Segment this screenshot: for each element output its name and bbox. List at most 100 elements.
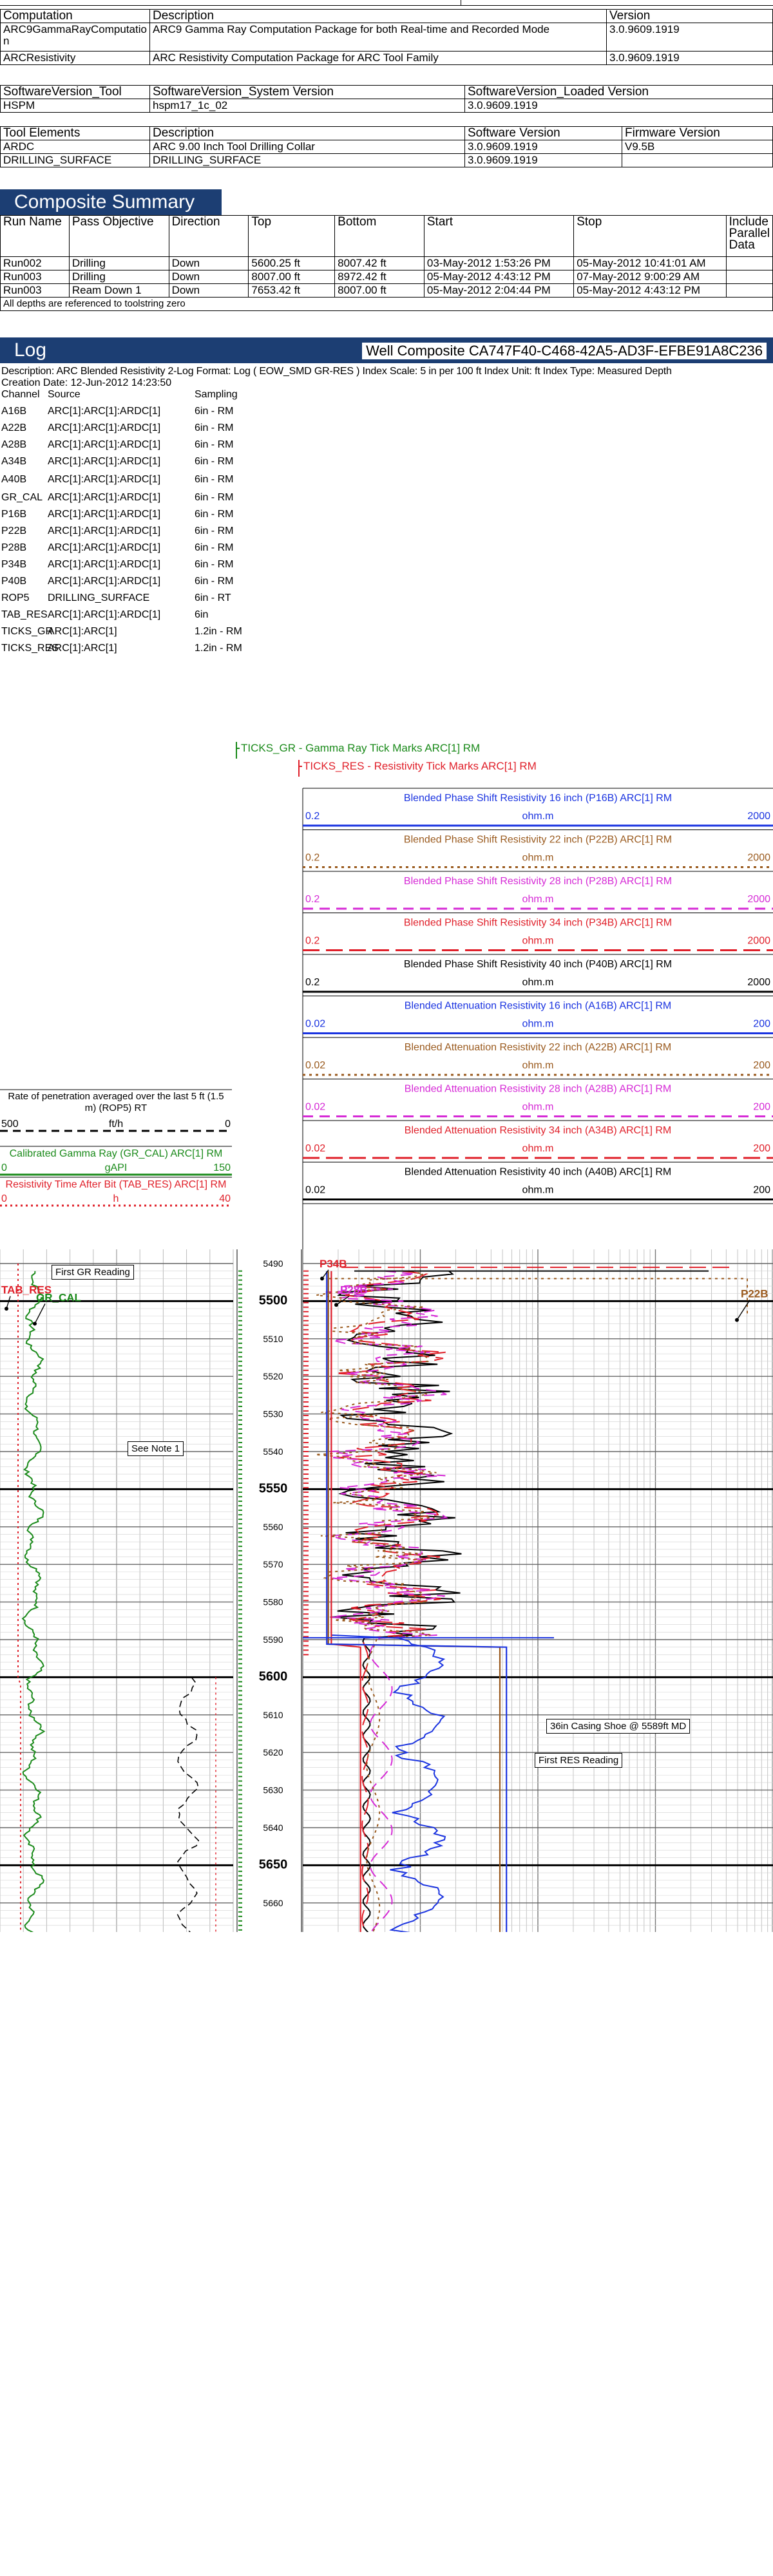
legend-scale-max: 200 bbox=[753, 1185, 770, 1196]
p22b-label: P22B bbox=[741, 1288, 768, 1300]
bottom-cell: 8972.42 ft bbox=[334, 270, 425, 284]
gr-cal-label: GR_CAL bbox=[36, 1291, 81, 1303]
sw-loaded-header: SoftwareVersion_Loaded Version bbox=[464, 85, 773, 99]
log-track-chart: 5490 5500 5510 5520 5530 5540 5550 5560 5570 5580… bbox=[0, 1249, 773, 1932]
sw-tool-header: SoftwareVersion_Tool bbox=[0, 85, 150, 99]
start-cell: 05-May-2012 4:43:12 PM bbox=[423, 270, 575, 284]
channel-name: P28B bbox=[1, 542, 27, 553]
legend-scale-max: 150 bbox=[213, 1162, 231, 1173]
label-arrow-head bbox=[735, 1318, 739, 1322]
legend-curve-title: Resistivity Time After Bit (TAB_RES) ARC… bbox=[6, 1179, 227, 1190]
channel-name: GR_CAL bbox=[1, 492, 43, 503]
legend-scale-min: 0.02 bbox=[305, 1143, 325, 1154]
channel-row: A16B ARC[1]:ARC[1]:ARDC[1] 6in - RM bbox=[1, 403, 272, 420]
channel-sampling: 6in - RM bbox=[195, 509, 234, 520]
label-arrow bbox=[34, 1303, 46, 1324]
channel-source: ARC[1]:ARC[1]:ARDC[1] bbox=[48, 559, 161, 570]
tool-cell: ARC 9.00 Inch Tool Drilling Collar bbox=[149, 140, 465, 154]
a34b-curve bbox=[330, 1271, 361, 1932]
start-cell: 05-May-2012 2:04:44 PM bbox=[423, 283, 575, 298]
channel-source: ARC[1]:ARC[1]:ARDC[1] bbox=[48, 456, 161, 467]
depth-label: 5640 bbox=[263, 1823, 283, 1833]
legend-scale-max: 200 bbox=[753, 1102, 770, 1113]
composite-summary-title: Composite Summary bbox=[0, 189, 222, 215]
legend-scale-unit: ohm.m bbox=[522, 811, 554, 822]
description-cell: ARC9 Gamma Ray Computation Package for b… bbox=[149, 23, 607, 52]
depth-label: 5540 bbox=[263, 1446, 283, 1457]
tool-cell: ARDC bbox=[0, 140, 150, 154]
gr-cal-curve bbox=[21, 1271, 46, 1932]
depth-label: 5570 bbox=[263, 1559, 283, 1569]
label-arrow bbox=[736, 1300, 750, 1320]
tool-cell: 3.0.9609.1919 bbox=[464, 140, 622, 154]
top-cell: 8007.00 ft bbox=[248, 270, 336, 284]
legend-scale-max: 2000 bbox=[747, 894, 770, 905]
table-row: Run003 Drilling Down 8007.00 ft 8972.42 … bbox=[0, 270, 773, 284]
channel-sampling: 6in - RM bbox=[195, 559, 234, 570]
depth-label: 5620 bbox=[263, 1747, 283, 1757]
channel-list: Channel Source Sampling A16B ARC[1]:ARC[1… bbox=[1, 389, 272, 657]
depth-label: 5520 bbox=[263, 1371, 283, 1381]
legend-scale-min: 0.2 bbox=[305, 853, 320, 864]
channel-source: ARC[1]:ARC[1]:ARDC[1] bbox=[48, 526, 161, 536]
depth-label: 5550 bbox=[259, 1481, 288, 1495]
direction-cell: Down bbox=[168, 270, 249, 284]
legend-curve-title: Blended Phase Shift Resistivity 40 inch … bbox=[404, 959, 672, 970]
legend-scale-min: 0.2 bbox=[305, 936, 320, 947]
depth-label: 5580 bbox=[263, 1597, 283, 1607]
tool-cell: 3.0.9609.1919 bbox=[464, 153, 622, 167]
computation-table: Computation Description Version ARC9Gamm… bbox=[0, 9, 773, 65]
channel-row: P16B ARC[1]:ARC[1]:ARDC[1] 6in - RM bbox=[1, 506, 272, 523]
legend-scale-unit: ohm.m bbox=[522, 1060, 554, 1071]
channel-name: A16B bbox=[1, 406, 27, 417]
direction-cell: Down bbox=[168, 283, 249, 298]
log-creation-date: Creation Date: 12-Jun-2012 14:23:50 bbox=[1, 377, 172, 388]
computation-cell: ARCResistivity bbox=[0, 51, 150, 65]
parallel-cell bbox=[725, 256, 773, 270]
depth-label: 5600 bbox=[259, 1669, 288, 1683]
pass-cell: Ream Down 1 bbox=[68, 283, 169, 298]
direction-cell: Down bbox=[168, 256, 249, 270]
description-header: Description bbox=[149, 9, 607, 23]
p28b-label: P28B bbox=[340, 1284, 368, 1296]
version-header: Version bbox=[606, 9, 773, 23]
sw-system-cell: hspm17_1c_02 bbox=[149, 99, 465, 113]
bottom-cell: 8007.00 ft bbox=[334, 283, 425, 298]
channel-sampling: 6in - RM bbox=[195, 576, 234, 587]
depth-label: 5530 bbox=[263, 1409, 283, 1419]
label-arrow bbox=[6, 1296, 11, 1309]
legend-scale-max: 0 bbox=[225, 1119, 231, 1130]
bottom-header: Bottom bbox=[334, 215, 425, 257]
direction-header: Direction bbox=[168, 215, 249, 257]
label-arrow-head bbox=[320, 1276, 324, 1281]
tool-cell bbox=[622, 153, 773, 167]
legend-curve-title: Rate of penetration averaged over the la… bbox=[8, 1091, 224, 1113]
depth-label: 5660 bbox=[263, 1898, 283, 1908]
depth-label: 5500 bbox=[259, 1293, 288, 1307]
log-description: Description: ARC Blended Resistivity 2-L… bbox=[1, 366, 672, 377]
tool-cell: DRILLING_SURFACE bbox=[0, 153, 150, 167]
stop-header: Stop bbox=[573, 215, 727, 257]
top-header: Top bbox=[248, 215, 336, 257]
first-gr-reading-annotation: First GR Reading bbox=[52, 1265, 134, 1280]
legend-scale-min: 0.2 bbox=[305, 977, 320, 988]
legend-scale-unit: h bbox=[113, 1193, 119, 1204]
legend-scale-unit: ohm.m bbox=[522, 1102, 554, 1113]
tool-cell: V9.5B bbox=[622, 140, 773, 154]
channel-row: P40B ARC[1]:ARC[1]:ARDC[1] 6in - RM bbox=[1, 573, 272, 590]
channel-name: TAB_RES bbox=[1, 609, 48, 620]
channel-row: A34B ARC[1]:ARC[1]:ARDC[1] 6in - RM bbox=[1, 453, 272, 470]
channel-name: A28B bbox=[1, 439, 27, 450]
stop-cell: 05-May-2012 4:43:12 PM bbox=[573, 283, 727, 298]
legend-scale-max: 200 bbox=[753, 1019, 770, 1030]
legend-scale-unit: gAPI bbox=[105, 1162, 128, 1173]
software-version-table: SoftwareVersion_Tool SoftwareVersion_Sys… bbox=[0, 85, 773, 113]
legend-scale-max: 2000 bbox=[747, 936, 770, 947]
legend-scale-unit: ohm.m bbox=[522, 1143, 554, 1154]
legend-curve-title-wrap: Rate of penetration averaged over the la… bbox=[8, 1091, 224, 1113]
channel-sampling: 6in - RM bbox=[195, 526, 234, 536]
legend-curve-title: Blended Attenuation Resistivity 16 inch … bbox=[405, 1001, 671, 1012]
top-cell: 5600.25 ft bbox=[248, 256, 336, 270]
channel-row: TICKS_GR ARC[1]:ARC[1] 1.2in - RM bbox=[1, 623, 272, 640]
depth-label: 5650 bbox=[259, 1857, 288, 1871]
